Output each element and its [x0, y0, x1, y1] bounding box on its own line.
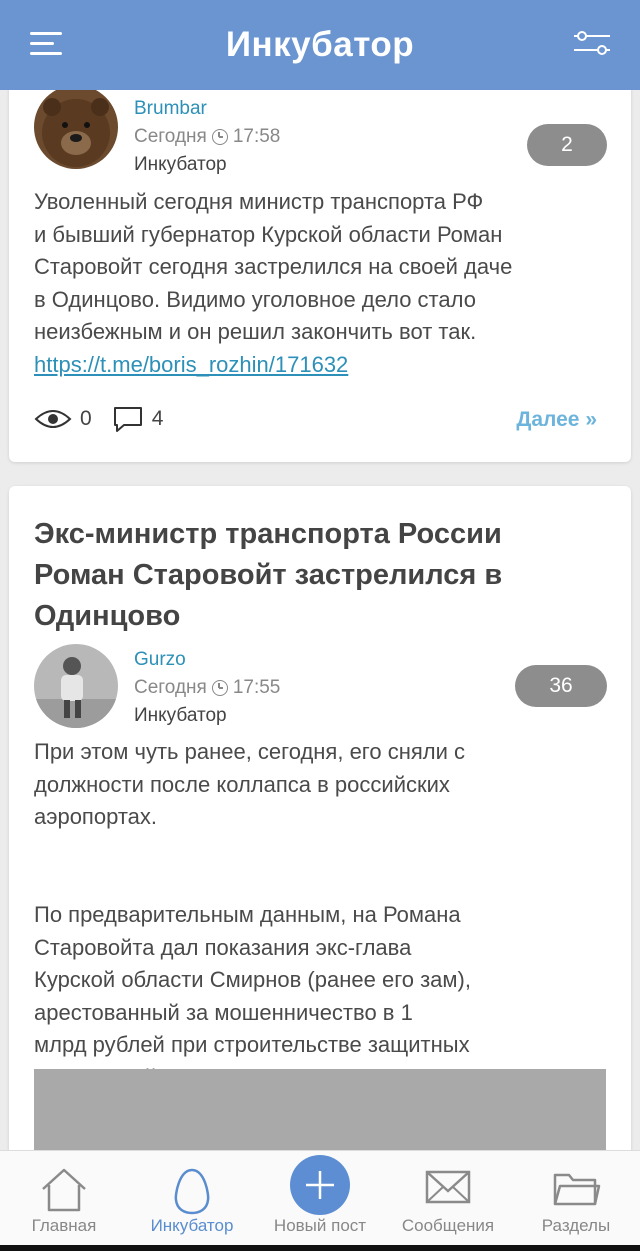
top-bar: Инкубатор: [0, 0, 640, 90]
plus-icon: [306, 1171, 334, 1199]
nav-label: Сообщения: [401, 1216, 495, 1235]
system-bar: [0, 1245, 640, 1251]
child-avatar-image: [34, 644, 118, 728]
post-section[interactable]: Инкубатор: [134, 705, 227, 727]
post-text-line: в Одинцово. Видимо уголовное дело стало: [34, 286, 476, 312]
post-image[interactable]: [34, 1069, 606, 1150]
page-title: Инкубатор: [225, 25, 415, 64]
rating-badge[interactable]: 2: [527, 124, 607, 166]
post-link[interactable]: https://t.me/boris_rozhin/171632: [34, 352, 348, 377]
folder-icon: [553, 1173, 601, 1206]
sliders-icon[interactable]: [572, 30, 612, 58]
nav-messages[interactable]: Сообщения: [384, 1151, 512, 1251]
nav-label: Новый пост: [273, 1216, 367, 1235]
post-text-line: аэропортах.: [34, 804, 158, 830]
post-datetime: Сегодня 17:55: [134, 677, 280, 699]
clock-icon: [211, 129, 228, 145]
post-text-line: арестованный за мошенничество в 1: [34, 999, 413, 1025]
post-text-line: Старовойт сегодня застрелился на своей д…: [34, 254, 513, 280]
bear-avatar-image: [34, 90, 118, 169]
post-datetime: Сегодня 17:58: [134, 126, 280, 148]
read-more-link[interactable]: Далее »: [516, 408, 597, 432]
post-card: Brumbar Сегодня 17:58 Инкубатор 2 Уволен…: [9, 90, 631, 462]
rating-badge[interactable]: 36: [515, 665, 607, 707]
home-icon: [42, 1168, 86, 1212]
post-feed[interactable]: Brumbar Сегодня 17:58 Инкубатор 2 Уволен…: [0, 90, 640, 1150]
eye-icon: [34, 410, 72, 428]
post-time: 17:58: [232, 126, 281, 147]
hamburger-icon[interactable]: [30, 30, 64, 58]
post-text-line: неизбежным и он решил закончить вот так.: [34, 319, 477, 345]
post-text-line: Уволенный сегодня министр транспорта РФ: [34, 189, 484, 214]
clock-icon: [211, 680, 228, 696]
egg-icon: [174, 1168, 210, 1215]
post-time: 17:55: [232, 677, 281, 698]
post-title[interactable]: Экс-министр транспорта России Роман Стар…: [34, 514, 594, 637]
nav-label: Инкубатор: [150, 1216, 234, 1235]
post-text-line: При этом чуть ранее, сегодня, его сняли …: [34, 739, 465, 764]
post-text-line: и бывший губернатор Курской области Рома…: [34, 221, 503, 247]
post-body: При этом чуть ранее, сегодня, его сняли …: [34, 736, 609, 1095]
post-text-line: должности после коллапса в российских: [34, 771, 450, 797]
new-post-button[interactable]: [290, 1155, 350, 1215]
post-card: Экс-министр транспорта России Роман Стар…: [9, 486, 631, 1150]
author-name[interactable]: Gurzo: [134, 649, 186, 671]
post-text-line: Курской области Смирнов (ранее его зам),: [34, 967, 471, 993]
nav-incubator[interactable]: Инкубатор: [128, 1151, 256, 1251]
nav-sections[interactable]: Разделы: [512, 1151, 640, 1251]
comments-count[interactable]: 4: [152, 407, 164, 431]
comment-icon[interactable]: [112, 405, 144, 433]
post-text-line: По предварительным данным, на Романа: [34, 901, 461, 927]
post-section[interactable]: Инкубатор: [134, 154, 227, 176]
nav-label: Разделы: [541, 1216, 611, 1235]
post-stats: 0 4: [34, 405, 163, 433]
nav-home[interactable]: Главная: [0, 1151, 128, 1251]
post-text-line: млрд рублей при строительстве защитных: [34, 1032, 470, 1058]
author-avatar[interactable]: [34, 644, 118, 728]
post-date: Сегодня: [134, 677, 207, 698]
envelope-icon: [425, 1170, 471, 1204]
author-avatar[interactable]: [34, 90, 118, 169]
post-body: Уволенный сегодня министр транспорта РФ …: [34, 186, 609, 382]
views-count: 0: [80, 407, 92, 430]
author-name[interactable]: Brumbar: [134, 98, 207, 120]
post-date: Сегодня: [134, 126, 207, 147]
post-text-line: Старовойта дал показания экс-глава: [34, 934, 412, 960]
nav-label: Главная: [31, 1216, 97, 1235]
